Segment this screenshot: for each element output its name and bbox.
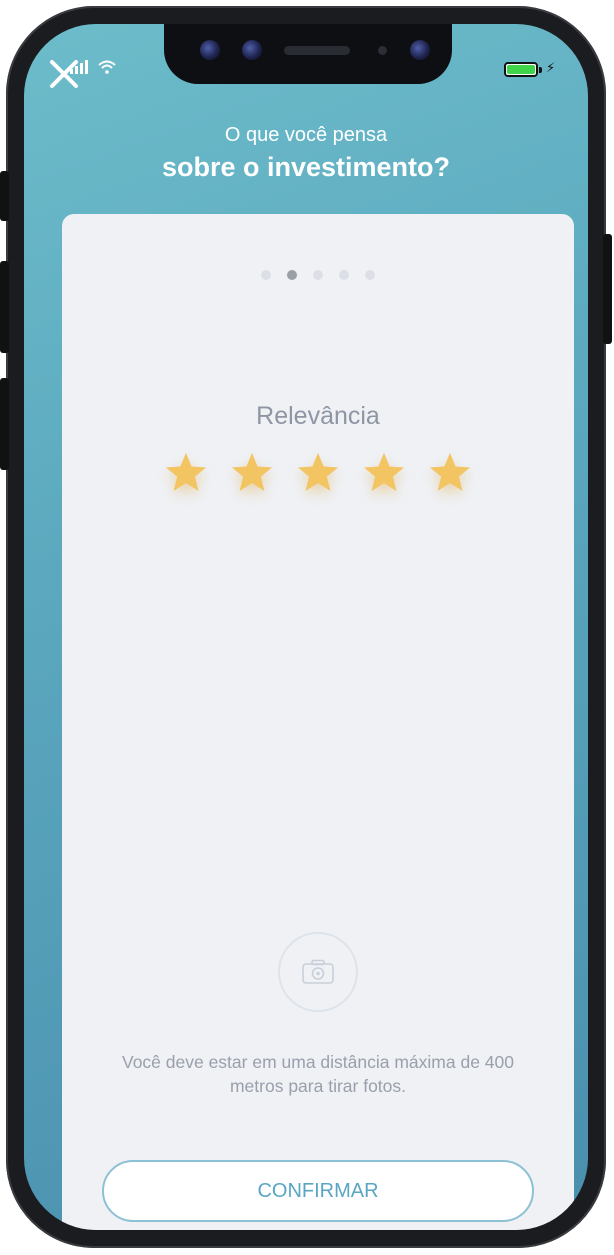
star-icon[interactable] <box>361 450 407 496</box>
page-title: sobre o investimento? <box>161 152 451 182</box>
confirm-button[interactable]: CONFIRMAR <box>102 1160 534 1222</box>
front-camera-icon <box>410 40 430 60</box>
star-rating <box>62 450 574 496</box>
page-indicator <box>62 270 574 280</box>
device-notch <box>164 24 452 84</box>
page-dot[interactable] <box>313 270 323 280</box>
volume-up-button <box>0 261 9 353</box>
star-icon[interactable] <box>427 450 473 496</box>
volume-down-button <box>0 378 9 470</box>
page-dot[interactable] <box>261 270 271 280</box>
camera-icon <box>302 959 334 984</box>
battery-tip <box>539 67 542 73</box>
rating-label: Relevância <box>256 402 380 430</box>
wifi-icon <box>98 60 116 74</box>
power-button <box>603 234 612 344</box>
rating-card: Relevância Você deve estar em uma distân… <box>62 214 574 1230</box>
take-photo-button[interactable] <box>278 932 358 1012</box>
sensor-icon <box>242 40 262 60</box>
star-icon[interactable] <box>295 450 341 496</box>
app-screen: ⚡ O que você pensa sobre o investimento?… <box>24 24 588 1230</box>
charging-icon: ⚡ <box>546 60 556 75</box>
battery-icon <box>504 62 538 77</box>
mute-switch <box>0 171 9 221</box>
page-dot-active[interactable] <box>287 270 297 280</box>
star-icon[interactable] <box>163 450 209 496</box>
proximity-sensor <box>378 46 387 55</box>
speaker-grille <box>284 46 350 55</box>
phone-frame: ⚡ O que você pensa sobre o investimento?… <box>0 6 612 1248</box>
close-icon[interactable] <box>44 54 84 94</box>
page-dot[interactable] <box>339 270 349 280</box>
star-icon[interactable] <box>229 450 275 496</box>
header-subtitle: O que você pensa <box>224 124 388 146</box>
page-dot[interactable] <box>365 270 375 280</box>
sensor-icon <box>200 40 220 60</box>
photo-distance-note: Você deve estar em uma distância máxima … <box>121 1052 514 1096</box>
